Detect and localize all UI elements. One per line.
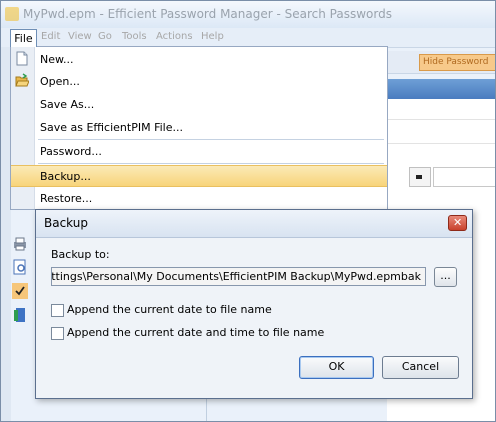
menu-file[interactable]: File	[10, 29, 37, 47]
append-date-label: Append the current date to file name	[67, 303, 272, 316]
menu-item-save-as[interactable]: Save As...	[11, 93, 387, 115]
new-document-icon	[16, 51, 28, 66]
checkmark-icon	[12, 283, 28, 299]
backup-dialog: Backup ✕ Backup to: C:\Documents and Set…	[35, 209, 473, 399]
open-folder-icon	[15, 73, 29, 87]
append-date-checkbox[interactable]	[51, 304, 64, 317]
chevron-down-icon	[416, 175, 422, 179]
title-bar: MyPwd.epm - Efficient Password Manager -…	[1, 1, 495, 28]
close-button[interactable]: ✕	[448, 215, 467, 231]
divider	[387, 119, 495, 120]
window-title: MyPwd.epm - Efficient Password Manager -…	[23, 7, 392, 21]
menu-item-label: Save as EfficientPIM File...	[40, 121, 183, 134]
print-preview-icon	[13, 259, 26, 275]
backup-path-input[interactable]: C:\Documents and Settings\Personal\My Do…	[51, 267, 426, 286]
menu-item-restore[interactable]: Restore...	[11, 187, 387, 209]
hide-password-button[interactable]: Hide Password	[419, 54, 495, 71]
backup-to-label: Backup to:	[51, 248, 110, 261]
browse-button[interactable]: ...	[434, 267, 457, 287]
app-icon	[5, 7, 19, 21]
menu-bar: Edit View Go Tools Actions Help	[1, 28, 495, 48]
menu-item-label: Backup...	[40, 170, 91, 183]
divider	[387, 143, 495, 144]
menu-edit[interactable]: Edit	[41, 31, 60, 42]
menu-item-backup[interactable]: Backup...	[11, 165, 387, 187]
append-datetime-label: Append the current date and time to file…	[67, 326, 325, 339]
menu-item-new[interactable]: New...	[11, 48, 387, 70]
close-icon: ✕	[453, 216, 463, 229]
dialog-title: Backup	[44, 216, 88, 230]
background-dropdown[interactable]	[409, 167, 431, 187]
ok-button[interactable]: OK	[299, 356, 374, 379]
dialog-title-bar: Backup ✕	[36, 210, 472, 238]
menu-item-save-as-efficientpim[interactable]: Save as EfficientPIM File...	[11, 116, 387, 138]
menu-item-open[interactable]: Open...	[11, 70, 387, 92]
menu-item-label: New...	[40, 53, 74, 66]
background-field[interactable]	[433, 167, 495, 187]
menu-actions[interactable]: Actions	[156, 31, 193, 42]
menu-go[interactable]: Go	[98, 31, 112, 42]
menu-item-label: Restore...	[40, 192, 93, 205]
menu-help[interactable]: Help	[201, 31, 224, 42]
menu-item-label: Save As...	[40, 98, 95, 111]
menu-item-password[interactable]: Password...	[11, 140, 387, 162]
cancel-button[interactable]: Cancel	[382, 356, 459, 379]
app-window: MyPwd.epm - Efficient Password Manager -…	[0, 0, 496, 422]
menu-view[interactable]: View	[68, 31, 92, 42]
background-header	[387, 79, 495, 99]
append-datetime-checkbox[interactable]	[51, 327, 64, 340]
menu-tools[interactable]: Tools	[122, 31, 147, 42]
file-menu-dropdown: New... Open... Save As... Save as Effici…	[10, 46, 388, 210]
exit-door-icon	[14, 308, 25, 322]
backup-path-value: C:\Documents and Settings\Personal\My Do…	[51, 270, 421, 283]
menu-separator	[38, 163, 384, 164]
printer-icon	[14, 237, 26, 251]
divider	[206, 397, 207, 421]
menu-item-label: Password...	[40, 145, 102, 158]
menu-item-label: Open...	[40, 75, 80, 88]
